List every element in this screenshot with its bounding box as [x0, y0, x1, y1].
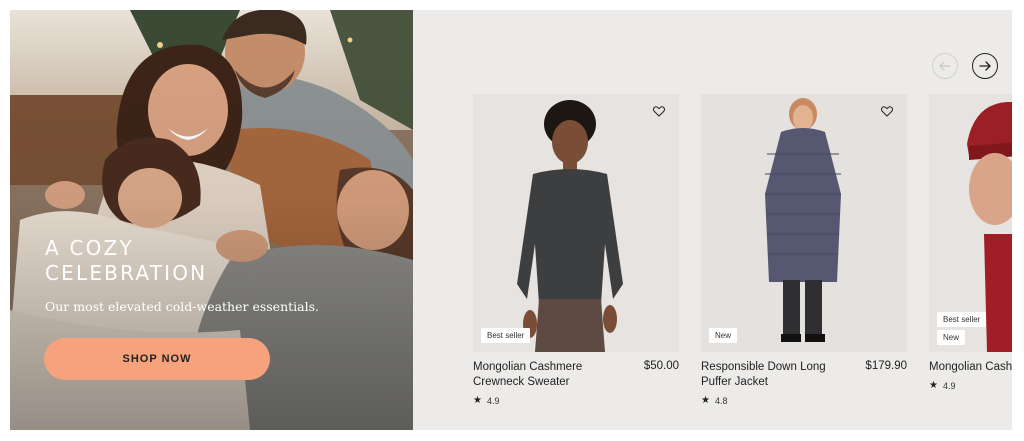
product-price: $179.90: [865, 360, 907, 372]
hero-subtitle: Our most elevated cold-weather essential…: [45, 299, 319, 314]
hero-title-line-2: CELEBRATION: [45, 261, 208, 285]
star-icon: ★: [473, 395, 482, 406]
product-image[interactable]: Best seller New: [929, 94, 1012, 352]
arrow-left-icon: [939, 61, 951, 71]
hero-title-line-1: A COZY: [45, 236, 134, 260]
product-card[interactable]: Best seller Mongolian Cashmere Crewneck …: [473, 94, 679, 406]
product-carousel: Best seller Mongolian Cashmere Crewneck …: [413, 10, 1012, 430]
page-frame: A COZY CELEBRATION Our most elevated col…: [10, 10, 1012, 430]
product-badge: Best seller: [937, 312, 987, 327]
carousel-next-button[interactable]: [972, 53, 998, 79]
star-icon: ★: [929, 380, 938, 391]
hero-banner[interactable]: A COZY CELEBRATION Our most elevated col…: [10, 10, 413, 430]
product-rating-value: 4.9: [942, 380, 956, 391]
product-rating: ★ 4.9: [473, 395, 679, 406]
arrow-right-icon: [979, 61, 991, 71]
product-badge: Best seller: [481, 328, 531, 343]
hero-title: A COZY CELEBRATION: [45, 236, 385, 286]
heart-icon[interactable]: [653, 106, 665, 117]
product-price: $50.00: [643, 360, 679, 372]
product-badge: New: [709, 328, 738, 343]
shop-now-button[interactable]: SHOP NOW: [44, 338, 270, 380]
product-photo-sweater: [473, 94, 679, 352]
product-card[interactable]: New Responsible Down Long Puffer Jacket …: [701, 94, 907, 406]
product-photo-puffer: [701, 94, 907, 352]
carousel-prev-button[interactable]: [932, 53, 958, 79]
product-card[interactable]: Best seller New Mongolian Cashmere Beani…: [929, 94, 1012, 391]
heart-icon[interactable]: [881, 106, 893, 117]
product-rating-value: 4.8: [714, 395, 728, 406]
product-rating: ★ 4.8: [701, 395, 907, 406]
product-rating: ★ 4.9: [929, 380, 1012, 391]
product-rating-value: 4.9: [486, 395, 500, 406]
product-name[interactable]: Mongolian Cashmere Beanie: [929, 360, 1012, 375]
product-badge: New: [937, 330, 966, 345]
product-image[interactable]: Best seller: [473, 94, 679, 352]
star-icon: ★: [701, 395, 710, 406]
product-image[interactable]: New: [701, 94, 907, 352]
